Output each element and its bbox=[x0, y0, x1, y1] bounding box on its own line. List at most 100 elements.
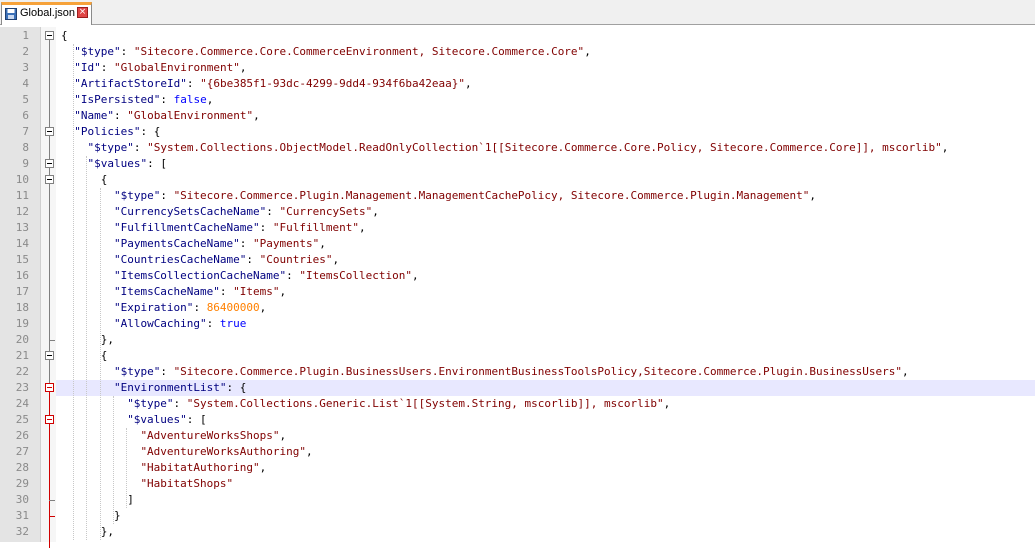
code-line[interactable]: "HabitatShops" bbox=[56, 476, 1035, 492]
code-line[interactable]: "CountriesCacheName": "Countries", bbox=[56, 252, 1035, 268]
code-line[interactable]: "ArtifactStoreId": "{6be385f1-93dc-4299-… bbox=[56, 76, 1035, 92]
code-line[interactable]: "$type": "Sitecore.Commerce.Core.Commerc… bbox=[56, 44, 1035, 60]
code-line[interactable]: "AllowCaching": true bbox=[56, 316, 1035, 332]
line-number: 28 bbox=[15, 461, 29, 474]
code-line[interactable]: "Expiration": 86400000, bbox=[56, 300, 1035, 316]
line-number: 3 bbox=[22, 61, 29, 74]
line-number: 16 bbox=[15, 269, 29, 282]
code-token: : bbox=[113, 109, 128, 122]
line-number: 18 bbox=[15, 301, 29, 314]
code-line[interactable]: "IsPersisted": false, bbox=[56, 92, 1035, 108]
code-token: , bbox=[206, 93, 214, 106]
line-number: 12 bbox=[15, 205, 29, 218]
code-line[interactable]: "$type": "Sitecore.Commerce.Plugin.Manag… bbox=[56, 188, 1035, 204]
code-token: : bbox=[173, 397, 187, 410]
code-line[interactable]: }, bbox=[56, 332, 1035, 348]
code-line[interactable]: "CurrencySetsCacheName": "CurrencySets", bbox=[56, 204, 1035, 220]
code-token: "Payments" bbox=[253, 237, 320, 250]
line-number: 21 bbox=[15, 349, 29, 362]
code-token: 86400000 bbox=[206, 301, 260, 314]
code-line[interactable]: "$type": "System.Collections.ObjectModel… bbox=[56, 140, 1035, 156]
line-number: 5 bbox=[22, 93, 29, 106]
code-token: ] bbox=[127, 493, 134, 506]
line-number: 24 bbox=[15, 397, 29, 410]
code-token: : [ bbox=[186, 413, 207, 426]
code-token: "CurrencySetsCacheName" bbox=[113, 205, 267, 218]
code-token: true bbox=[219, 317, 247, 330]
fold-toggle-icon[interactable] bbox=[45, 351, 54, 360]
code-line[interactable]: { bbox=[56, 172, 1035, 188]
code-token: "Sitecore.Commerce.Plugin.Management.Man… bbox=[173, 189, 810, 202]
code-token: "Name" bbox=[74, 109, 114, 122]
indent-guide bbox=[99, 188, 101, 540]
code-token: "AllowCaching" bbox=[113, 317, 207, 330]
code-line[interactable]: "AdventureWorksAuthoring", bbox=[56, 444, 1035, 460]
fold-end-marker bbox=[49, 516, 55, 517]
line-number: 8 bbox=[22, 141, 29, 154]
fold-toggle-icon[interactable] bbox=[45, 175, 54, 184]
fold-toggle-icon[interactable] bbox=[45, 31, 54, 40]
line-number-gutter: 1 2 3 4 5 6 7 8 9 10 11 12 13 14 15 16 17 18 19 20 21 22 23 24 2… bbox=[0, 27, 40, 542]
code-line[interactable]: "Name": "GlobalEnvironment", bbox=[56, 108, 1035, 124]
line-number: 22 bbox=[15, 365, 29, 378]
fold-toggle-icon[interactable] bbox=[45, 383, 54, 392]
code-token: "ItemsCollection" bbox=[299, 269, 412, 282]
code-line[interactable]: }, bbox=[56, 524, 1035, 540]
code-line[interactable]: "$type": "System.Collections.Generic.Lis… bbox=[56, 396, 1035, 412]
code-token: "$type" bbox=[113, 365, 161, 378]
code-token: , bbox=[411, 269, 419, 282]
code-token: , bbox=[319, 237, 326, 250]
tab-global-json[interactable]: Global.json × bbox=[1, 2, 92, 25]
code-line[interactable]: "Id": "GlobalEnvironment", bbox=[56, 60, 1035, 76]
fold-toggle-icon[interactable] bbox=[45, 159, 54, 168]
code-token: "Expiration" bbox=[113, 301, 194, 314]
code-line[interactable]: "PaymentsCacheName": "Payments", bbox=[56, 236, 1035, 252]
code-token: "Items" bbox=[233, 285, 280, 298]
code-token: } bbox=[113, 509, 121, 522]
code-token: "PaymentsCacheName" bbox=[113, 237, 240, 250]
code-line[interactable]: "ItemsCollectionCacheName": "ItemsCollec… bbox=[56, 268, 1035, 284]
code-line[interactable]: { bbox=[56, 28, 1035, 44]
code-token: "$type" bbox=[74, 45, 121, 58]
indent-guide bbox=[73, 44, 75, 540]
code-token: "$type" bbox=[87, 141, 134, 154]
code-line[interactable]: ] bbox=[56, 492, 1035, 508]
code-token: : bbox=[246, 253, 260, 266]
code-line[interactable]: "FulfillmentCacheName": "Fulfillment", bbox=[56, 220, 1035, 236]
code-token: : { bbox=[140, 125, 161, 138]
code-line[interactable]: "Policies": { bbox=[56, 124, 1035, 140]
code-line[interactable]: "$values": [ bbox=[56, 156, 1035, 172]
code-area[interactable]: {"$type": "Sitecore.Commerce.Core.Commer… bbox=[56, 27, 1035, 542]
code-token: "$values" bbox=[127, 413, 187, 426]
code-line[interactable]: "HabitatAuthoring", bbox=[56, 460, 1035, 476]
code-token: : bbox=[100, 61, 114, 74]
code-editor[interactable]: 1 2 3 4 5 6 7 8 9 10 11 12 13 14 15 16 17 18 19 20 21 22 23 24 2… bbox=[0, 27, 1035, 548]
code-token: : bbox=[186, 77, 201, 90]
code-line[interactable]: } bbox=[56, 508, 1035, 524]
code-token: , bbox=[359, 221, 366, 234]
code-token: "ItemsCollectionCacheName" bbox=[113, 269, 287, 282]
line-number: 29 bbox=[15, 477, 29, 490]
indent-guide bbox=[112, 396, 114, 524]
fold-toggle-icon[interactable] bbox=[45, 127, 54, 136]
code-line[interactable]: "ItemsCacheName": "Items", bbox=[56, 284, 1035, 300]
code-line[interactable]: "EnvironmentList": { bbox=[56, 380, 1035, 396]
close-icon[interactable]: × bbox=[77, 7, 88, 18]
line-number: 31 bbox=[15, 509, 29, 522]
code-token: , bbox=[279, 285, 287, 298]
code-line[interactable]: "$type": "Sitecore.Commerce.Plugin.Busin… bbox=[56, 364, 1035, 380]
fold-toggle-icon[interactable] bbox=[45, 415, 54, 424]
line-number: 9 bbox=[22, 157, 29, 170]
line-number: 4 bbox=[22, 77, 29, 90]
code-line[interactable]: "$values": [ bbox=[56, 412, 1035, 428]
code-token: , bbox=[253, 109, 260, 122]
code-token: "HabitatAuthoring" bbox=[140, 461, 260, 474]
line-number: 25 bbox=[15, 413, 29, 426]
code-token: "GlobalEnvironment" bbox=[127, 109, 254, 122]
code-token: : bbox=[160, 365, 174, 378]
code-line[interactable]: "AdventureWorksShops", bbox=[56, 428, 1035, 444]
fold-margin[interactable] bbox=[40, 27, 56, 548]
code-token: false bbox=[173, 93, 207, 106]
fold-end-marker bbox=[49, 500, 55, 501]
code-line[interactable]: { bbox=[56, 348, 1035, 364]
